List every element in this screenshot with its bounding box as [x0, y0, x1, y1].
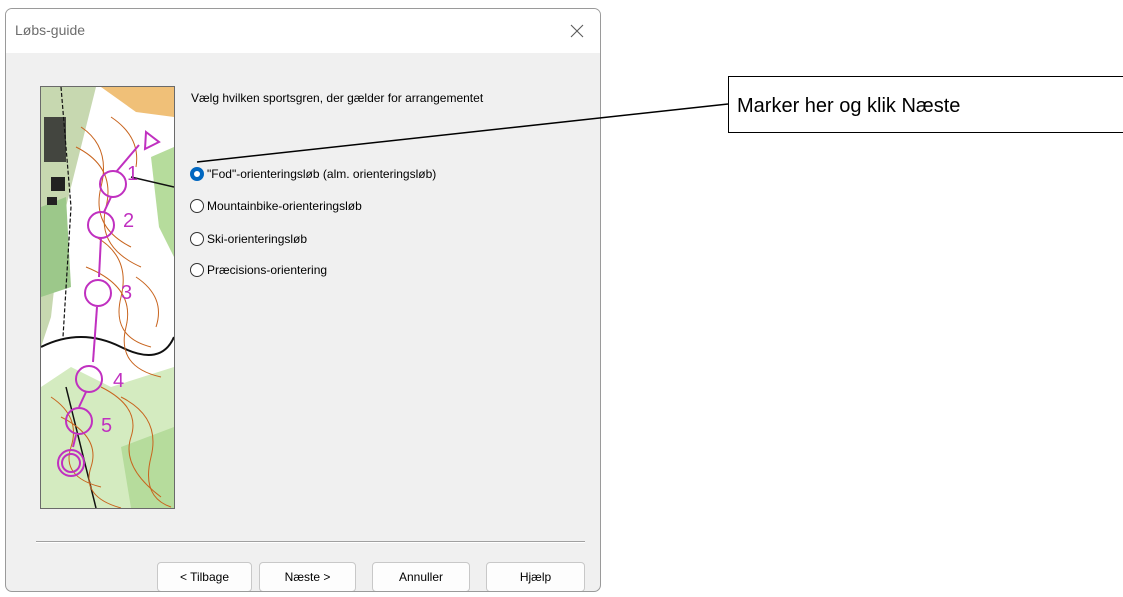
dialog-title: Løbs-guide — [15, 22, 86, 38]
radio-button[interactable] — [190, 263, 204, 277]
back-button[interactable]: < Tilbage — [157, 562, 252, 591]
footer-separator — [36, 541, 585, 543]
map-control-number: 3 — [121, 282, 132, 304]
instruction-text: Vælg hvilken sportsgren, der gælder for … — [191, 91, 484, 105]
help-button[interactable]: Hjælp — [486, 562, 585, 591]
option-mountainbike-orienteering[interactable]: Mountainbike-orienteringsløb — [190, 197, 362, 215]
cancel-button[interactable]: Annuller — [372, 562, 470, 591]
close-icon — [570, 24, 584, 38]
option-label: Ski-orienteringsløb — [207, 232, 308, 246]
wizard-dialog: Løbs-guide 1 2 3 4 5 Vælg hvilken sports… — [5, 8, 601, 592]
map-control-number: 5 — [101, 415, 112, 437]
option-label: "Fod"-orienteringsløb (alm. orienterings… — [207, 167, 437, 181]
radio-button[interactable] — [190, 199, 204, 213]
next-button[interactable]: Næste > — [259, 562, 356, 591]
radio-button[interactable] — [190, 232, 204, 246]
option-ski-orienteering[interactable]: Ski-orienteringsløb — [190, 230, 307, 248]
annotation-callout: Marker her og klik Næste — [728, 76, 1123, 133]
option-label: Mountainbike-orienteringsløb — [207, 199, 362, 213]
map-control-number: 2 — [123, 210, 134, 232]
radio-button[interactable] — [190, 167, 204, 181]
option-precision-orienteering[interactable]: Præcisions-orientering — [190, 261, 327, 279]
option-fod-orienteering[interactable]: "Fod"-orienteringsløb (alm. orienterings… — [190, 165, 436, 183]
close-button[interactable] — [554, 9, 600, 53]
map-control-number: 1 — [127, 163, 138, 185]
option-label: Præcisions-orientering — [207, 263, 328, 277]
map-control-number: 4 — [113, 370, 124, 392]
callout-text: Marker her og klik Næste — [737, 95, 961, 117]
title-bar: Løbs-guide — [6, 9, 600, 53]
orienteering-map-image: 1 2 3 4 5 — [40, 86, 175, 509]
